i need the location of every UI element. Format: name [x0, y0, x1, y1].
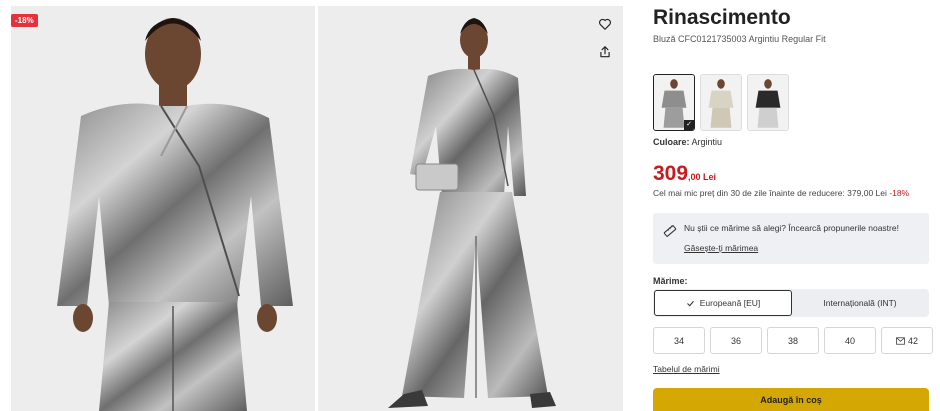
- size-option-42[interactable]: 42: [881, 327, 933, 354]
- color-value: Argintiu: [691, 137, 723, 147]
- brand-title[interactable]: Rinascimento: [653, 6, 791, 30]
- variant-thumb-champagne[interactable]: [700, 74, 742, 131]
- product-photo-full-body[interactable]: [318, 6, 623, 411]
- size-option-label: 36: [730, 335, 741, 346]
- size-option-label: 40: [844, 335, 855, 346]
- size-table-link[interactable]: Tabelul de mărimi: [653, 364, 720, 374]
- size-option-label: 38: [787, 335, 798, 346]
- size-option-40[interactable]: 40: [824, 327, 876, 354]
- size-option-38[interactable]: 38: [767, 327, 819, 354]
- ruler-icon: [663, 225, 677, 237]
- price: 309,00 Lei: [653, 162, 716, 186]
- variant-image: [748, 75, 788, 130]
- lowest-price-text: Cel mai mic preț din 30 de zile înainte …: [653, 188, 887, 198]
- size-options: 34 36 38 40 42: [653, 327, 933, 354]
- share-icon: [600, 46, 610, 58]
- size-advisor-box: Nu știi ce mărime să alegi? Încearcă pro…: [653, 213, 929, 264]
- size-system-toggle: Europeană [EU] Internațională (INT): [653, 289, 929, 317]
- check-icon: ✓: [684, 120, 694, 130]
- size-option-label: 34: [673, 335, 684, 346]
- size-advisor-text: Nu știi ce mărime să alegi? Încearcă pro…: [684, 223, 899, 233]
- product-photo-front[interactable]: [11, 6, 315, 411]
- size-system-int-label: Internațională (INT): [823, 298, 897, 308]
- size-option-36[interactable]: 36: [710, 327, 762, 354]
- find-size-link[interactable]: Găsește-ți mărimea: [684, 243, 758, 253]
- variant-thumb-silver[interactable]: ✓: [653, 74, 695, 131]
- wishlist-button[interactable]: [595, 14, 615, 34]
- price-main: 309: [653, 162, 689, 185]
- size-system-int[interactable]: Internațională (INT): [792, 290, 928, 316]
- product-image-closeup: [11, 6, 315, 411]
- lowest-price-note: Cel mai mic preț din 30 de zile înainte …: [653, 188, 909, 198]
- size-option-label: 42: [907, 335, 918, 346]
- product-image-full-body: [318, 6, 623, 411]
- share-button[interactable]: [595, 42, 615, 62]
- size-system-eu[interactable]: Europeană [EU]: [654, 290, 792, 316]
- discount-badge: -18%: [11, 14, 38, 27]
- envelope-icon: [896, 336, 905, 345]
- check-icon: [686, 300, 694, 307]
- price-decimals: ,00 Lei: [688, 172, 717, 182]
- color-variants: ✓: [653, 74, 789, 131]
- add-to-cart-button[interactable]: Adaugă în coș: [653, 388, 929, 411]
- heart-icon: [599, 18, 611, 30]
- lowest-price-discount: -18%: [889, 188, 910, 198]
- size-label: Mărime:: [653, 276, 688, 286]
- color-info: Culoare: Argintiu: [653, 137, 722, 147]
- variant-thumb-black[interactable]: [747, 74, 789, 131]
- variant-image: [701, 75, 741, 130]
- product-subtitle: Bluză CFC0121735003 Argintiu Regular Fit: [653, 34, 826, 44]
- color-label: Culoare:: [653, 137, 690, 147]
- size-system-eu-label: Europeană [EU]: [699, 298, 761, 308]
- size-option-34[interactable]: 34: [653, 327, 705, 354]
